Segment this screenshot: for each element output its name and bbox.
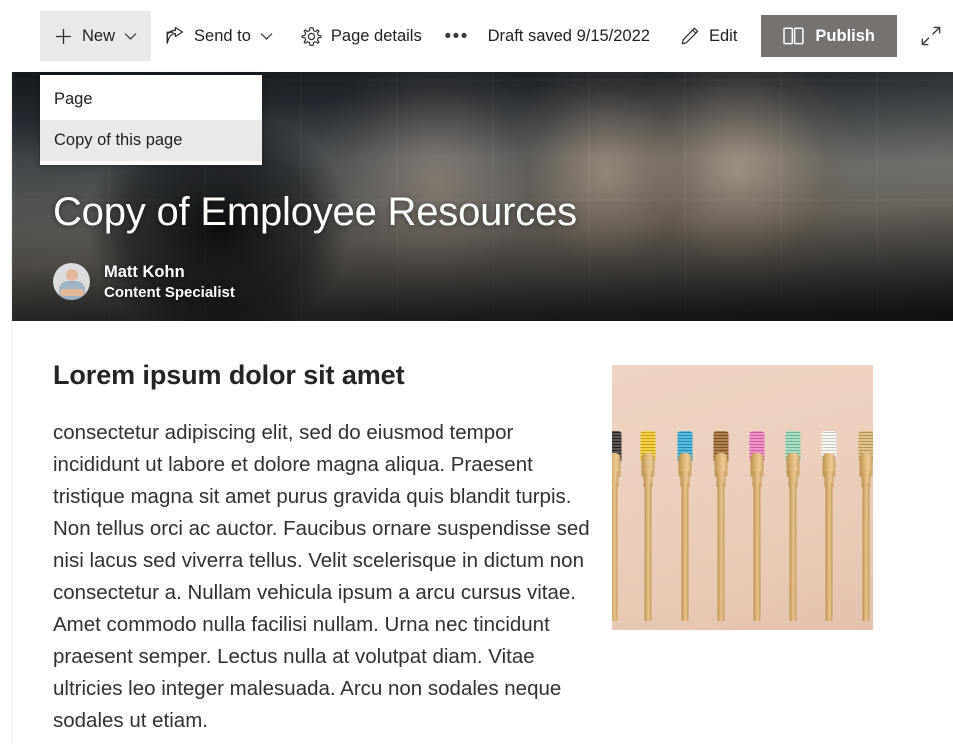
new-button[interactable]: New — [40, 11, 152, 61]
page-details-button[interactable]: Page details — [287, 11, 436, 61]
page-canvas: Copy of Employee Resources Matt Kohn Con… — [11, 72, 953, 744]
draft-saved-status: Draft saved 9/15/2022 — [487, 26, 650, 45]
brush-handle — [862, 483, 869, 621]
section-paragraph: consectetur adipiscing elit, sed do eius… — [53, 420, 590, 733]
send-to-button[interactable]: Send to — [151, 11, 287, 61]
section-heading: Lorem ipsum dolor sit amet — [53, 360, 405, 390]
hero-content: Copy of Employee Resources Matt Kohn Con… — [53, 189, 914, 302]
chevron-down-icon — [124, 32, 137, 41]
dropdown-item-page[interactable]: Page — [40, 79, 262, 120]
publish-button-label: Publish — [815, 26, 875, 45]
brush-handle — [681, 483, 688, 621]
toothbrush-item — [677, 431, 692, 621]
plus-icon — [54, 27, 73, 46]
toothbrush-item — [749, 431, 764, 621]
new-dropdown-menu: Page Copy of this page — [40, 75, 262, 165]
command-bar-left-group: New Send to Page details ••• — [40, 11, 478, 61]
text-column: Lorem ipsum dolor sit amet consectetur a… — [12, 359, 612, 738]
chevron-down-icon — [260, 32, 273, 41]
toothbrushes-image — [612, 365, 873, 630]
author-role: Content Specialist — [104, 283, 235, 301]
page-title: Copy of Employee Resources — [53, 189, 577, 234]
brush-handle — [753, 483, 760, 621]
page-columns-icon — [783, 27, 805, 45]
share-icon — [165, 26, 185, 46]
image-column — [612, 359, 912, 738]
toothbrush-item — [785, 431, 800, 621]
page-details-button-label: Page details — [330, 26, 422, 45]
new-button-label: New — [82, 26, 116, 45]
publish-button[interactable]: Publish — [761, 15, 897, 57]
author-byline: Matt Kohn Content Specialist — [53, 262, 914, 302]
toothbrush-item — [713, 431, 728, 621]
avatar-arms-shape — [59, 289, 84, 297]
toothbrush-item — [640, 431, 655, 621]
author-name: Matt Kohn — [104, 262, 185, 281]
expand-diagonal-icon — [920, 25, 942, 47]
more-commands-button[interactable]: ••• — [436, 11, 478, 61]
send-to-button-label: Send to — [194, 26, 251, 45]
avatar-head-shape — [65, 269, 78, 282]
command-bar: New Send to Page details ••• Draft saved… — [0, 0, 953, 72]
expand-button[interactable] — [909, 11, 953, 61]
pencil-icon — [680, 26, 700, 46]
edit-button-label: Edit — [708, 26, 738, 45]
brush-handle — [717, 483, 724, 621]
ellipsis-icon: ••• — [444, 25, 469, 47]
author-avatar — [53, 263, 90, 301]
gear-icon — [301, 26, 322, 47]
author-text-block: Matt Kohn Content Specialist — [104, 262, 235, 302]
edit-button[interactable]: Edit — [666, 11, 751, 61]
brush-handle — [825, 483, 832, 621]
brush-handle — [612, 483, 617, 621]
toothbrush-item — [821, 431, 836, 621]
dropdown-item-copy-of-this-page[interactable]: Copy of this page — [40, 120, 262, 161]
command-bar-right-group: Draft saved 9/15/2022 Edit Publish — [482, 11, 953, 61]
toothbrush-item — [858, 431, 873, 621]
brush-handle — [644, 483, 651, 621]
toothbrush-item — [612, 431, 621, 621]
page-body: Lorem ipsum dolor sit amet consectetur a… — [12, 321, 953, 738]
brush-handle — [789, 483, 796, 621]
